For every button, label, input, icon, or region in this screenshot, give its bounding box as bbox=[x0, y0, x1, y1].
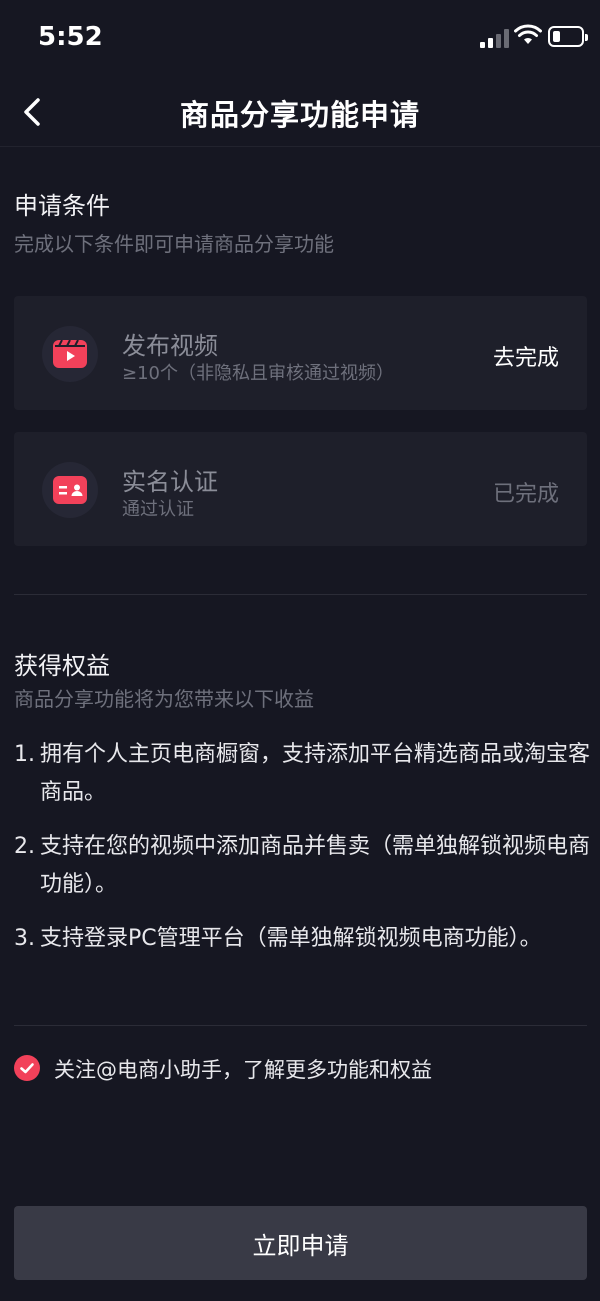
completed-status: 已完成 bbox=[492, 482, 559, 507]
condition-title: 发布视频 bbox=[122, 332, 218, 360]
list-item-text: 拥有个人主页电商橱窗，支持添加平台精选商品或淘宝客商品。 bbox=[40, 742, 591, 805]
list-item-text: 支持登录PC管理平台（需单独解锁视频电商功能）。 bbox=[40, 926, 542, 951]
apply-button[interactable]: 立即申请 bbox=[14, 1206, 587, 1280]
condition-subtitle: ≥10个（非隐私且审核通过视频） bbox=[122, 363, 394, 384]
list-item: 1. 拥有个人主页电商橱窗，支持添加平台精选商品或淘宝客商品。 bbox=[14, 736, 594, 812]
list-item: 2. 支持在您的视频中添加商品并售卖（需单独解锁视频电商功能）。 bbox=[14, 828, 594, 904]
follow-label: 关注@电商小助手，了解更多功能和权益 bbox=[54, 1058, 432, 1082]
divider bbox=[14, 594, 587, 595]
page-title: 商品分享功能申请 bbox=[179, 98, 420, 132]
id-icon-container bbox=[42, 462, 98, 518]
status-bar: 5:52 bbox=[0, 0, 600, 80]
video-clapper-icon bbox=[53, 339, 87, 368]
conditions-subtitle: 完成以下条件即可申请商品分享功能 bbox=[14, 232, 334, 256]
divider bbox=[14, 1025, 587, 1026]
battery-icon bbox=[548, 26, 588, 47]
list-item-text: 支持在您的视频中添加商品并售卖（需单独解锁视频电商功能）。 bbox=[40, 834, 591, 897]
list-item: 3. 支持登录PC管理平台（需单独解锁视频电商功能）。 bbox=[14, 920, 594, 958]
benefits-subtitle: 商品分享功能将为您带来以下收益 bbox=[14, 687, 314, 711]
condition-card-real-name: 实名认证 通过认证 已完成 bbox=[14, 432, 587, 546]
conditions-title: 申请条件 bbox=[14, 192, 110, 220]
nav-bar: 商品分享功能申请 bbox=[0, 80, 600, 147]
list-item-number: 3. bbox=[14, 926, 35, 951]
go-complete-button[interactable]: 去完成 bbox=[493, 340, 559, 372]
condition-title: 实名认证 bbox=[122, 468, 218, 496]
benefits-list: 1. 拥有个人主页电商橱窗，支持添加平台精选商品或淘宝客商品。 2. 支持在您的… bbox=[14, 736, 594, 974]
id-card-icon bbox=[53, 476, 87, 504]
cellular-signal-icon bbox=[480, 28, 510, 48]
wifi-icon bbox=[514, 24, 542, 44]
video-icon-container bbox=[42, 326, 98, 382]
checkbox-checked-icon[interactable] bbox=[14, 1055, 40, 1081]
condition-card-publish-video: 发布视频 ≥10个（非隐私且审核通过视频） 去完成 bbox=[14, 296, 587, 410]
condition-subtitle: 通过认证 bbox=[122, 499, 194, 520]
status-time: 5:52 bbox=[38, 22, 103, 52]
list-item-number: 2. bbox=[14, 834, 35, 859]
benefits-title: 获得权益 bbox=[14, 652, 110, 680]
list-item-number: 1. bbox=[14, 742, 35, 767]
